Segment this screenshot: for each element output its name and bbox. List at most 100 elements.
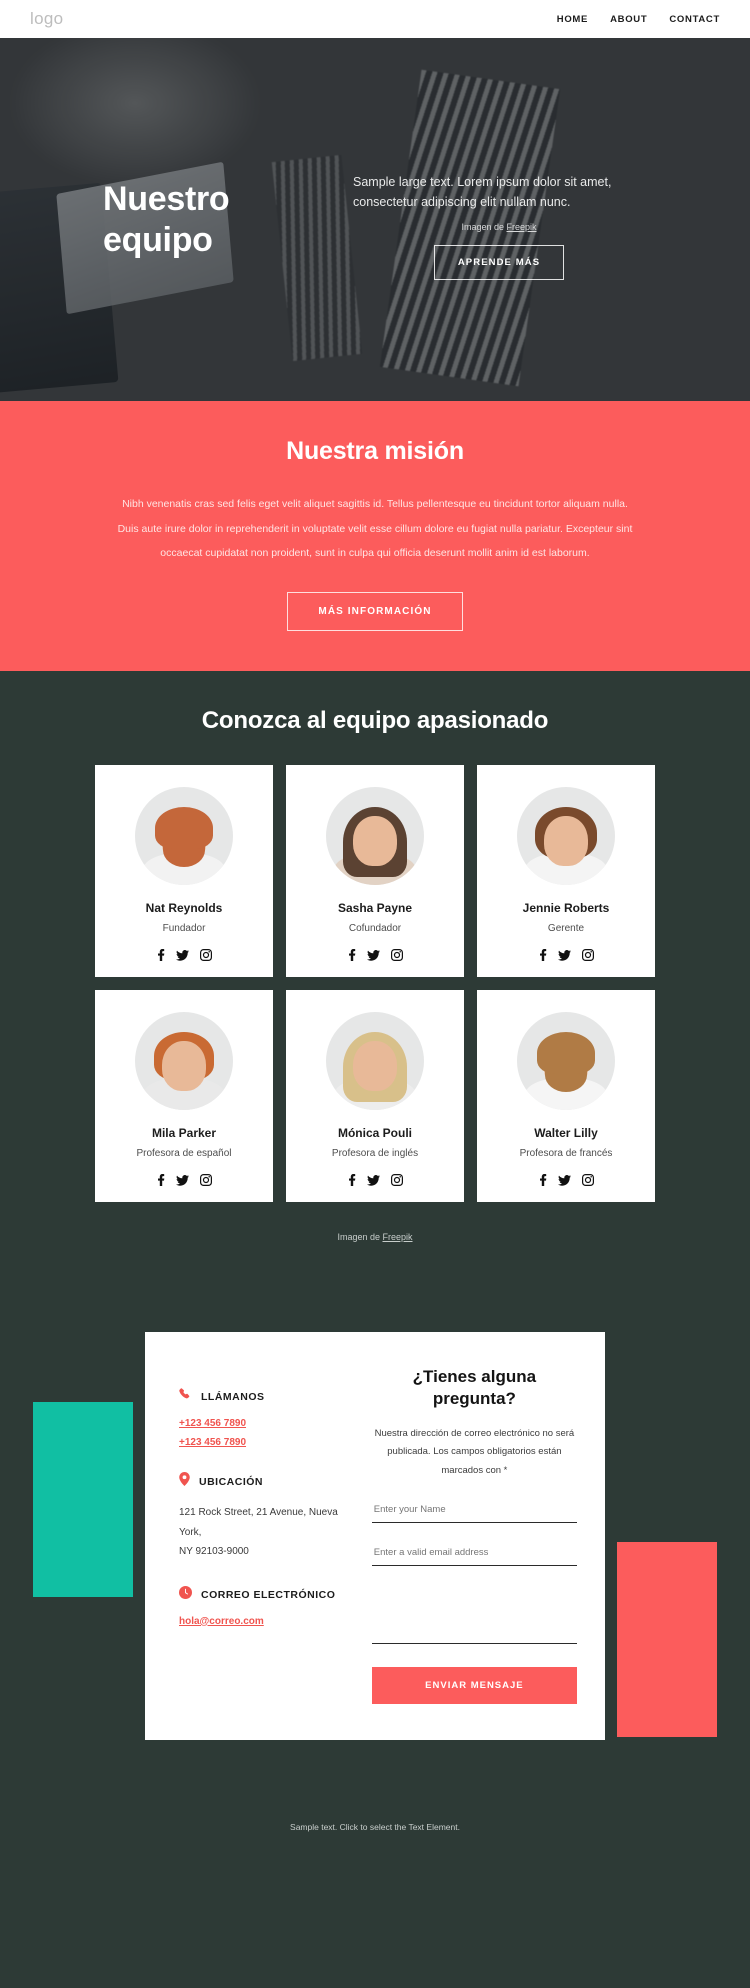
page-root: logo HOME ABOUT CONTACT Nuestro equipo S… [0, 0, 750, 1859]
facebook-icon[interactable] [348, 1174, 356, 1187]
facebook-icon[interactable] [157, 949, 165, 962]
member-role: Fundador [162, 923, 206, 935]
mission-title: Nuestra misión [286, 437, 464, 465]
member-name: Jennie Roberts [522, 901, 610, 916]
mission-cta-button[interactable]: MÁS INFORMACIÓN [287, 592, 463, 632]
decoration-teal-block [33, 1402, 133, 1598]
contact-phone-1[interactable]: +123 456 7890 [179, 1418, 352, 1429]
email-icon [179, 1585, 192, 1604]
team-credit-link[interactable]: Freepik [383, 1232, 413, 1242]
hero-image-credit: Imagen de Freepik [353, 222, 645, 232]
team-image-credit: Imagen de Freepik [0, 1202, 750, 1242]
hero-content: Nuestro equipo Sample large text. Lorem … [75, 38, 675, 401]
member-name: Walter Lilly [534, 1126, 598, 1141]
mission-section: Nuestra misión Nibh venenatis cras sed f… [0, 401, 750, 672]
contact-email-head: CORREO ELECTRÓNICO [179, 1585, 352, 1604]
member-socials [487, 1174, 645, 1187]
member-socials [105, 949, 263, 962]
member-role: Gerente [547, 923, 585, 935]
facebook-icon[interactable] [348, 949, 356, 962]
instagram-icon[interactable] [199, 1174, 212, 1187]
twitter-icon[interactable] [557, 1174, 571, 1186]
member-role: Profesora de inglés [331, 1148, 419, 1160]
nav-item-contact[interactable]: CONTACT [669, 14, 720, 25]
avatar [326, 1012, 424, 1111]
contact-call-head: LLÁMANOS [179, 1388, 352, 1406]
member-socials [296, 949, 454, 962]
facebook-icon[interactable] [157, 1174, 165, 1187]
facebook-icon[interactable] [539, 949, 547, 962]
contact-email-block: CORREO ELECTRÓNICO hola@correo.com [179, 1585, 352, 1627]
contact-call-block: LLÁMANOS +123 456 7890 +123 456 7890 [179, 1388, 352, 1448]
instagram-icon[interactable] [390, 1174, 403, 1187]
contact-location-block: UBICACIÓN 121 Rock Street, 21 Avenue, Nu… [179, 1472, 352, 1562]
instagram-icon[interactable] [390, 949, 403, 962]
form-title: ¿Tienes alguna pregunta? [412, 1367, 537, 1409]
site-footer: Sample text. Click to select the Text El… [0, 1800, 750, 1859]
contact-phone-2[interactable]: +123 456 7890 [179, 1437, 352, 1448]
logo[interactable]: logo [30, 9, 63, 29]
member-socials [487, 949, 645, 962]
nav-item-home[interactable]: HOME [557, 14, 588, 25]
twitter-icon[interactable] [366, 949, 380, 961]
mission-text: Nibh venenatis cras sed felis eget velit… [117, 498, 633, 560]
member-socials [105, 1174, 263, 1187]
contact-card: LLÁMANOS +123 456 7890 +123 456 7890 UBI… [145, 1332, 605, 1741]
twitter-icon[interactable] [175, 949, 189, 961]
contact-location-title: UBICACIÓN [199, 1475, 263, 1488]
hero-section: Nuestro equipo Sample large text. Lorem … [0, 38, 750, 401]
team-member-card[interactable]: Mila Parker Profesora de español [95, 990, 273, 1203]
hero-cta-button[interactable]: APRENDE MÁS [434, 244, 564, 280]
contact-address-line2: NY 92103-9000 [179, 1546, 249, 1558]
hero-subtitle: Sample large text. Lorem ipsum dolor sit… [353, 175, 612, 209]
team-member-card[interactable]: Walter Lilly Profesora de francés [477, 990, 655, 1203]
member-name: Mónica Pouli [337, 1126, 412, 1141]
site-header: logo HOME ABOUT CONTACT [0, 0, 750, 38]
member-role: Cofundador [348, 923, 402, 935]
contact-email-title: CORREO ELECTRÓNICO [201, 1588, 336, 1601]
instagram-icon[interactable] [581, 949, 594, 962]
team-section: Conozca al equipo apasionado Nat Reynold… [0, 671, 750, 1243]
team-grid: Nat Reynolds Fundador Sasha Payne Cofund… [95, 765, 655, 1203]
member-name: Mila Parker [151, 1126, 217, 1141]
team-credit-prefix: Imagen de [337, 1232, 383, 1243]
name-input[interactable] [371, 1500, 577, 1524]
contact-address-line1: 121 Rock Street, 21 Avenue, Nueva York, [179, 1507, 338, 1538]
member-socials [296, 1174, 454, 1187]
twitter-icon[interactable] [557, 949, 571, 961]
instagram-icon[interactable] [199, 949, 212, 962]
contact-location-head: UBICACIÓN [179, 1472, 352, 1491]
avatar [326, 787, 424, 886]
contact-form: ¿Tienes alguna pregunta? Nuestra direcci… [366, 1366, 605, 1705]
nav-item-about[interactable]: ABOUT [610, 14, 647, 25]
team-member-card[interactable]: Mónica Pouli Profesora de inglés [286, 990, 464, 1203]
member-role: Profesora de francés [519, 1148, 613, 1160]
form-description: Nuestra dirección de correo electrónico … [374, 1427, 575, 1476]
main-nav: HOME ABOUT CONTACT [557, 14, 720, 25]
map-pin-icon [179, 1472, 190, 1491]
team-member-card[interactable]: Sasha Payne Cofundador [286, 765, 464, 978]
avatar [517, 787, 615, 886]
message-input[interactable] [371, 1586, 577, 1645]
hero-text-wrap: Sample large text. Lorem ipsum dolor sit… [345, 159, 645, 280]
team-title: Conozca al equipo apasionado [201, 707, 549, 735]
footer-text: Sample text. Click to select the Text El… [290, 1822, 460, 1833]
instagram-icon[interactable] [581, 1174, 594, 1187]
twitter-icon[interactable] [175, 1174, 189, 1186]
twitter-icon[interactable] [366, 1174, 380, 1186]
contact-section: LLÁMANOS +123 456 7890 +123 456 7890 UBI… [0, 1242, 750, 1801]
hero-title: Nuestro equipo [103, 180, 230, 259]
team-member-card[interactable]: Nat Reynolds Fundador [95, 765, 273, 978]
hero-credit-prefix: Imagen de [461, 221, 507, 232]
team-member-card[interactable]: Jennie Roberts Gerente [477, 765, 655, 978]
avatar [135, 1012, 233, 1111]
contact-email-address[interactable]: hola@correo.com [179, 1616, 352, 1627]
contact-info: LLÁMANOS +123 456 7890 +123 456 7890 UBI… [145, 1366, 366, 1704]
email-input[interactable] [371, 1543, 577, 1567]
submit-button[interactable]: ENVIAR MENSAJE [371, 1667, 577, 1705]
hero-credit-link[interactable]: Freepik [507, 222, 537, 232]
member-name: Nat Reynolds [145, 901, 223, 916]
facebook-icon[interactable] [539, 1174, 547, 1187]
decoration-red-block [617, 1542, 717, 1738]
contact-call-title: LLÁMANOS [201, 1391, 265, 1404]
